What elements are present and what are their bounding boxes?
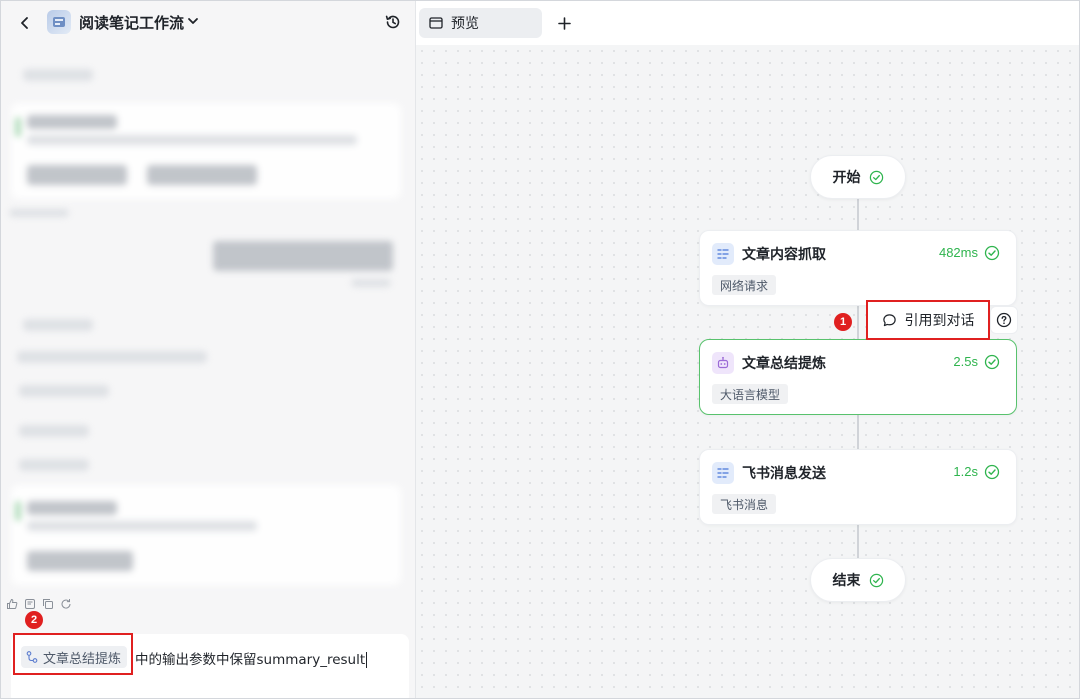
tab-preview[interactable]: 预览 xyxy=(419,8,542,38)
check-circle-icon xyxy=(869,170,883,184)
plus-icon xyxy=(557,16,571,30)
node-title: 飞书消息发送 xyxy=(742,466,826,482)
input-text[interactable]: 中的输出参数中保留summary_result xyxy=(135,648,368,668)
referenced-node-chip[interactable]: 文章总结提炼 xyxy=(21,646,128,668)
message-actions xyxy=(5,597,73,611)
node-title: 文章内容抓取 xyxy=(742,247,826,263)
end-label: 结束 xyxy=(832,573,861,589)
connector-line xyxy=(857,197,859,233)
check-circle-icon xyxy=(984,354,1000,370)
workflow-node-icon xyxy=(26,651,38,663)
node-title: 文章总结提炼 xyxy=(742,356,826,372)
node-type-tag: 大语言模型 xyxy=(712,384,789,404)
chevron-left-icon xyxy=(21,17,28,29)
node-duration: 1.2s xyxy=(953,464,978,479)
input-value: 中的输出参数中保留summary_result xyxy=(135,652,366,668)
connector-line xyxy=(857,415,859,451)
connector-line xyxy=(857,305,859,341)
node-type-tag: 飞书消息 xyxy=(712,494,777,514)
chat-bubble-icon xyxy=(882,313,896,326)
start-node[interactable]: 开始 xyxy=(810,155,906,199)
cite-to-chat-button[interactable]: 引用到对话 xyxy=(866,300,990,340)
http-request-icon xyxy=(712,243,734,265)
history-icon xyxy=(385,15,400,29)
start-label: 开始 xyxy=(832,170,861,186)
message-icon xyxy=(712,462,734,484)
step-badge-2: 2 xyxy=(25,611,43,629)
connector-line xyxy=(857,525,859,559)
thumbs-up-icon[interactable] xyxy=(5,597,19,611)
tab-preview-label: 预览 xyxy=(451,16,479,32)
workflow-node-feishu[interactable]: 飞书消息发送 1.2s 飞书消息 xyxy=(699,449,1017,525)
history-button[interactable] xyxy=(384,13,402,31)
back-button[interactable] xyxy=(15,13,35,33)
check-circle-icon xyxy=(984,245,1000,261)
check-circle-icon xyxy=(869,573,883,587)
help-icon xyxy=(996,312,1012,328)
chat-panel: 阅读笔记工作流 2 文章总结提炼 中的输出参数中保留summary_result xyxy=(1,1,415,698)
node-duration: 2.5s xyxy=(953,354,978,369)
window-icon xyxy=(429,17,443,29)
cite-label: 引用到对话 xyxy=(904,313,975,329)
workflow-panel: 预览 开始 文章内容抓取 482ms 网络请求 文章总结提炼 2.5s 大语言模… xyxy=(415,1,1079,698)
node-duration: 482ms xyxy=(938,245,978,260)
workflow-title: 阅读笔记工作流 xyxy=(79,14,185,32)
help-button[interactable] xyxy=(990,306,1018,334)
copy-icon[interactable] xyxy=(41,597,55,611)
chip-label: 文章总结提炼 xyxy=(43,651,122,667)
workflow-canvas[interactable]: 开始 文章内容抓取 482ms 网络请求 文章总结提炼 2.5s 大语言模型 飞… xyxy=(416,45,1079,698)
workflow-node-summarize[interactable]: 文章总结提炼 2.5s 大语言模型 xyxy=(699,339,1017,415)
text-cursor xyxy=(366,652,368,668)
chevron-down-icon xyxy=(188,18,198,24)
step-badge-1: 1 xyxy=(834,313,852,331)
thumbs-down-icon[interactable] xyxy=(23,597,37,611)
app-window: 阅读笔记工作流 2 文章总结提炼 中的输出参数中保留summary_result… xyxy=(0,0,1080,699)
workflow-avatar xyxy=(47,10,71,34)
end-node[interactable]: 结束 xyxy=(810,558,906,602)
regenerate-icon[interactable] xyxy=(59,597,73,611)
workflow-menu-button[interactable] xyxy=(185,13,201,29)
node-type-tag: 网络请求 xyxy=(712,275,777,295)
chat-header: 阅读笔记工作流 xyxy=(1,1,415,45)
add-tab-button[interactable] xyxy=(554,13,574,33)
check-circle-icon xyxy=(984,464,1000,480)
chat-history-blurred xyxy=(1,45,415,585)
workflow-node-fetch[interactable]: 文章内容抓取 482ms 网络请求 xyxy=(699,230,1017,306)
tab-bar: 预览 xyxy=(416,1,1079,45)
robot-icon xyxy=(712,352,734,374)
